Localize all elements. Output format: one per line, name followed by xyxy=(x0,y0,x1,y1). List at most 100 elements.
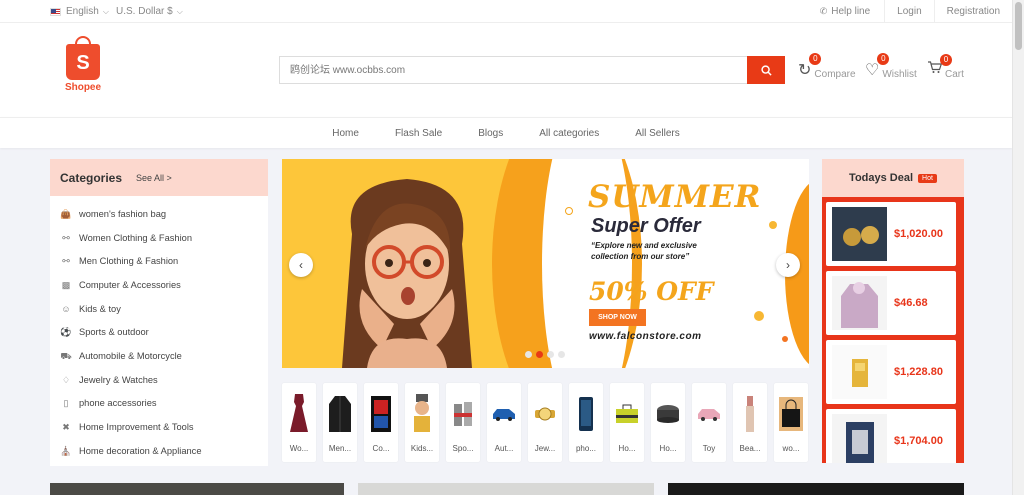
category-tile[interactable]: wo... xyxy=(774,383,808,462)
slider-dot-active[interactable] xyxy=(536,351,543,358)
tile-label: Co... xyxy=(372,444,390,453)
phone-image xyxy=(573,391,599,437)
banner-headline: SUMMER xyxy=(588,179,762,215)
promo-banner-1[interactable] xyxy=(50,483,344,495)
search-icon xyxy=(760,64,772,76)
computer-icon: ▩ xyxy=(61,279,71,290)
nav-flash-sale[interactable]: Flash Sale xyxy=(386,128,451,139)
banner-discount: 50% OFF xyxy=(589,277,714,306)
chevron-right-icon: › xyxy=(786,258,790,272)
dress-image xyxy=(286,391,312,437)
decor-dot xyxy=(782,336,788,342)
hero-banner-slider[interactable]: SUMMER Super Offer “Explore new and excl… xyxy=(282,159,809,368)
category-item[interactable]: ⚯ Women Clothing & Fashion xyxy=(50,226,268,250)
search-bar xyxy=(279,56,785,84)
logo-name: Shopee xyxy=(64,82,102,93)
gloves-image xyxy=(450,391,476,437)
search-input[interactable] xyxy=(280,57,746,83)
category-item[interactable]: ⛟ Automobile & Motorcycle xyxy=(50,344,268,368)
category-item[interactable]: ♢ Jewelry & Watches xyxy=(50,368,268,392)
category-label: Home decoration & Appliance xyxy=(79,445,202,456)
heart-icon: ♡ 0 xyxy=(865,52,890,80)
tile-label: Kids... xyxy=(410,444,434,453)
category-item[interactable]: ⚯ Men Clothing & Fashion xyxy=(50,249,268,273)
compare-button[interactable]: ↻ 0 Compare xyxy=(798,52,856,80)
cart-button[interactable]: 0 Cart xyxy=(928,53,964,80)
slider-prev-button[interactable]: ‹ xyxy=(289,253,313,277)
language-label: English xyxy=(66,6,99,17)
currency-selector[interactable]: U.S. Dollar $ ⌵ xyxy=(116,6,183,17)
category-tile[interactable]: pho... xyxy=(569,383,603,462)
tile-label: Ho... xyxy=(618,444,636,453)
category-tile[interactable]: Bea... xyxy=(733,383,767,462)
category-tile[interactable]: Jew... xyxy=(528,383,562,462)
category-tile[interactable]: Toy xyxy=(692,383,726,462)
sports-icon: ⚽ xyxy=(60,327,72,338)
hoodie-image xyxy=(832,276,887,330)
tools-icon: ✖ xyxy=(62,422,70,433)
category-label: Computer & Accessories xyxy=(79,279,181,290)
categories-title: Categories xyxy=(60,170,123,185)
category-label: phone accessories xyxy=(79,398,157,409)
category-item[interactable]: ☺ Kids & toy xyxy=(50,297,268,321)
todays-deal-panel: Todays Deal Hot $1,020.00 $46.68 $1,228.… xyxy=(822,159,964,463)
category-item[interactable]: 👜 women's fashion bag xyxy=(50,202,268,226)
category-tile[interactable]: Ho... xyxy=(610,383,644,462)
category-tile[interactable]: Spo... xyxy=(446,383,480,462)
category-item[interactable]: ✖ Home Improvement & Tools xyxy=(50,415,268,439)
nav-all-sellers[interactable]: All Sellers xyxy=(626,128,688,139)
promo-banner-2[interactable] xyxy=(358,483,654,495)
todays-deal-header: Todays Deal Hot xyxy=(822,159,964,197)
category-tile[interactable]: Wo... xyxy=(282,383,316,462)
pc-case-image xyxy=(368,391,394,437)
categories-header: Categories See All > xyxy=(50,159,268,196)
deal-item[interactable]: $1,704.00 xyxy=(826,409,956,463)
category-tile[interactable]: Co... xyxy=(364,383,398,462)
deal-price: $46.68 xyxy=(894,297,928,309)
login-link[interactable]: Login xyxy=(884,0,933,23)
help-line-link[interactable]: ✆ Help line xyxy=(808,0,884,23)
nav-blogs[interactable]: Blogs xyxy=(469,128,512,139)
deal-item[interactable]: $1,020.00 xyxy=(826,202,956,266)
category-tile[interactable]: Kids... xyxy=(405,383,439,462)
toy-image xyxy=(409,391,435,437)
category-tile[interactable]: Aut... xyxy=(487,383,521,462)
category-tile[interactable]: Men... xyxy=(323,383,357,462)
category-label: Women Clothing & Fashion xyxy=(79,232,192,243)
lipstick-image xyxy=(737,391,763,437)
category-item[interactable]: ⚽ Sports & outdoor xyxy=(50,320,268,344)
category-label: Kids & toy xyxy=(79,303,121,314)
category-tile[interactable]: Ho... xyxy=(651,383,685,462)
tile-label: Men... xyxy=(328,444,352,453)
shopee-logo[interactable]: S Shopee xyxy=(62,36,104,93)
slider-dot[interactable] xyxy=(558,351,565,358)
deal-item[interactable]: $46.68 xyxy=(826,271,956,335)
registration-link[interactable]: Registration xyxy=(933,0,1012,23)
see-all-link[interactable]: See All > xyxy=(136,173,172,183)
category-list: 👜 women's fashion bag ⚯ Women Clothing & F… xyxy=(50,196,268,463)
category-label: Sports & outdoor xyxy=(79,327,149,338)
categories-panel: Categories See All > 👜 women's fashion ba… xyxy=(50,159,268,466)
chevron-left-icon: ‹ xyxy=(299,258,303,272)
decor-dot xyxy=(754,311,764,321)
slider-dot[interactable] xyxy=(547,351,554,358)
page-scrollbar[interactable] xyxy=(1012,0,1024,495)
decor-dot xyxy=(769,221,777,229)
scrollbar-thumb[interactable] xyxy=(1015,2,1022,50)
slider-next-button[interactable]: › xyxy=(776,253,800,277)
language-selector[interactable]: English ⌵ xyxy=(50,6,109,17)
nav-all-categories[interactable]: All categories xyxy=(530,128,608,139)
cart-label: Cart xyxy=(945,69,964,80)
wishlist-button[interactable]: ♡ 0 Wishlist xyxy=(865,52,917,80)
deal-item[interactable]: $1,228.80 xyxy=(826,340,956,404)
promo-banner-3[interactable] xyxy=(668,483,964,495)
category-item[interactable]: ⛪ Home decoration & Appliance xyxy=(50,439,268,463)
category-item[interactable]: ▯ phone accessories xyxy=(50,392,268,416)
category-label: women's fashion bag xyxy=(79,208,167,219)
nav-home[interactable]: Home xyxy=(323,128,368,139)
shop-now-button[interactable]: SHOP NOW xyxy=(589,309,646,326)
slider-dot[interactable] xyxy=(525,351,532,358)
category-item[interactable]: ▩ Computer & Accessories xyxy=(50,273,268,297)
search-button[interactable] xyxy=(747,56,785,84)
tile-label: Aut... xyxy=(494,444,514,453)
